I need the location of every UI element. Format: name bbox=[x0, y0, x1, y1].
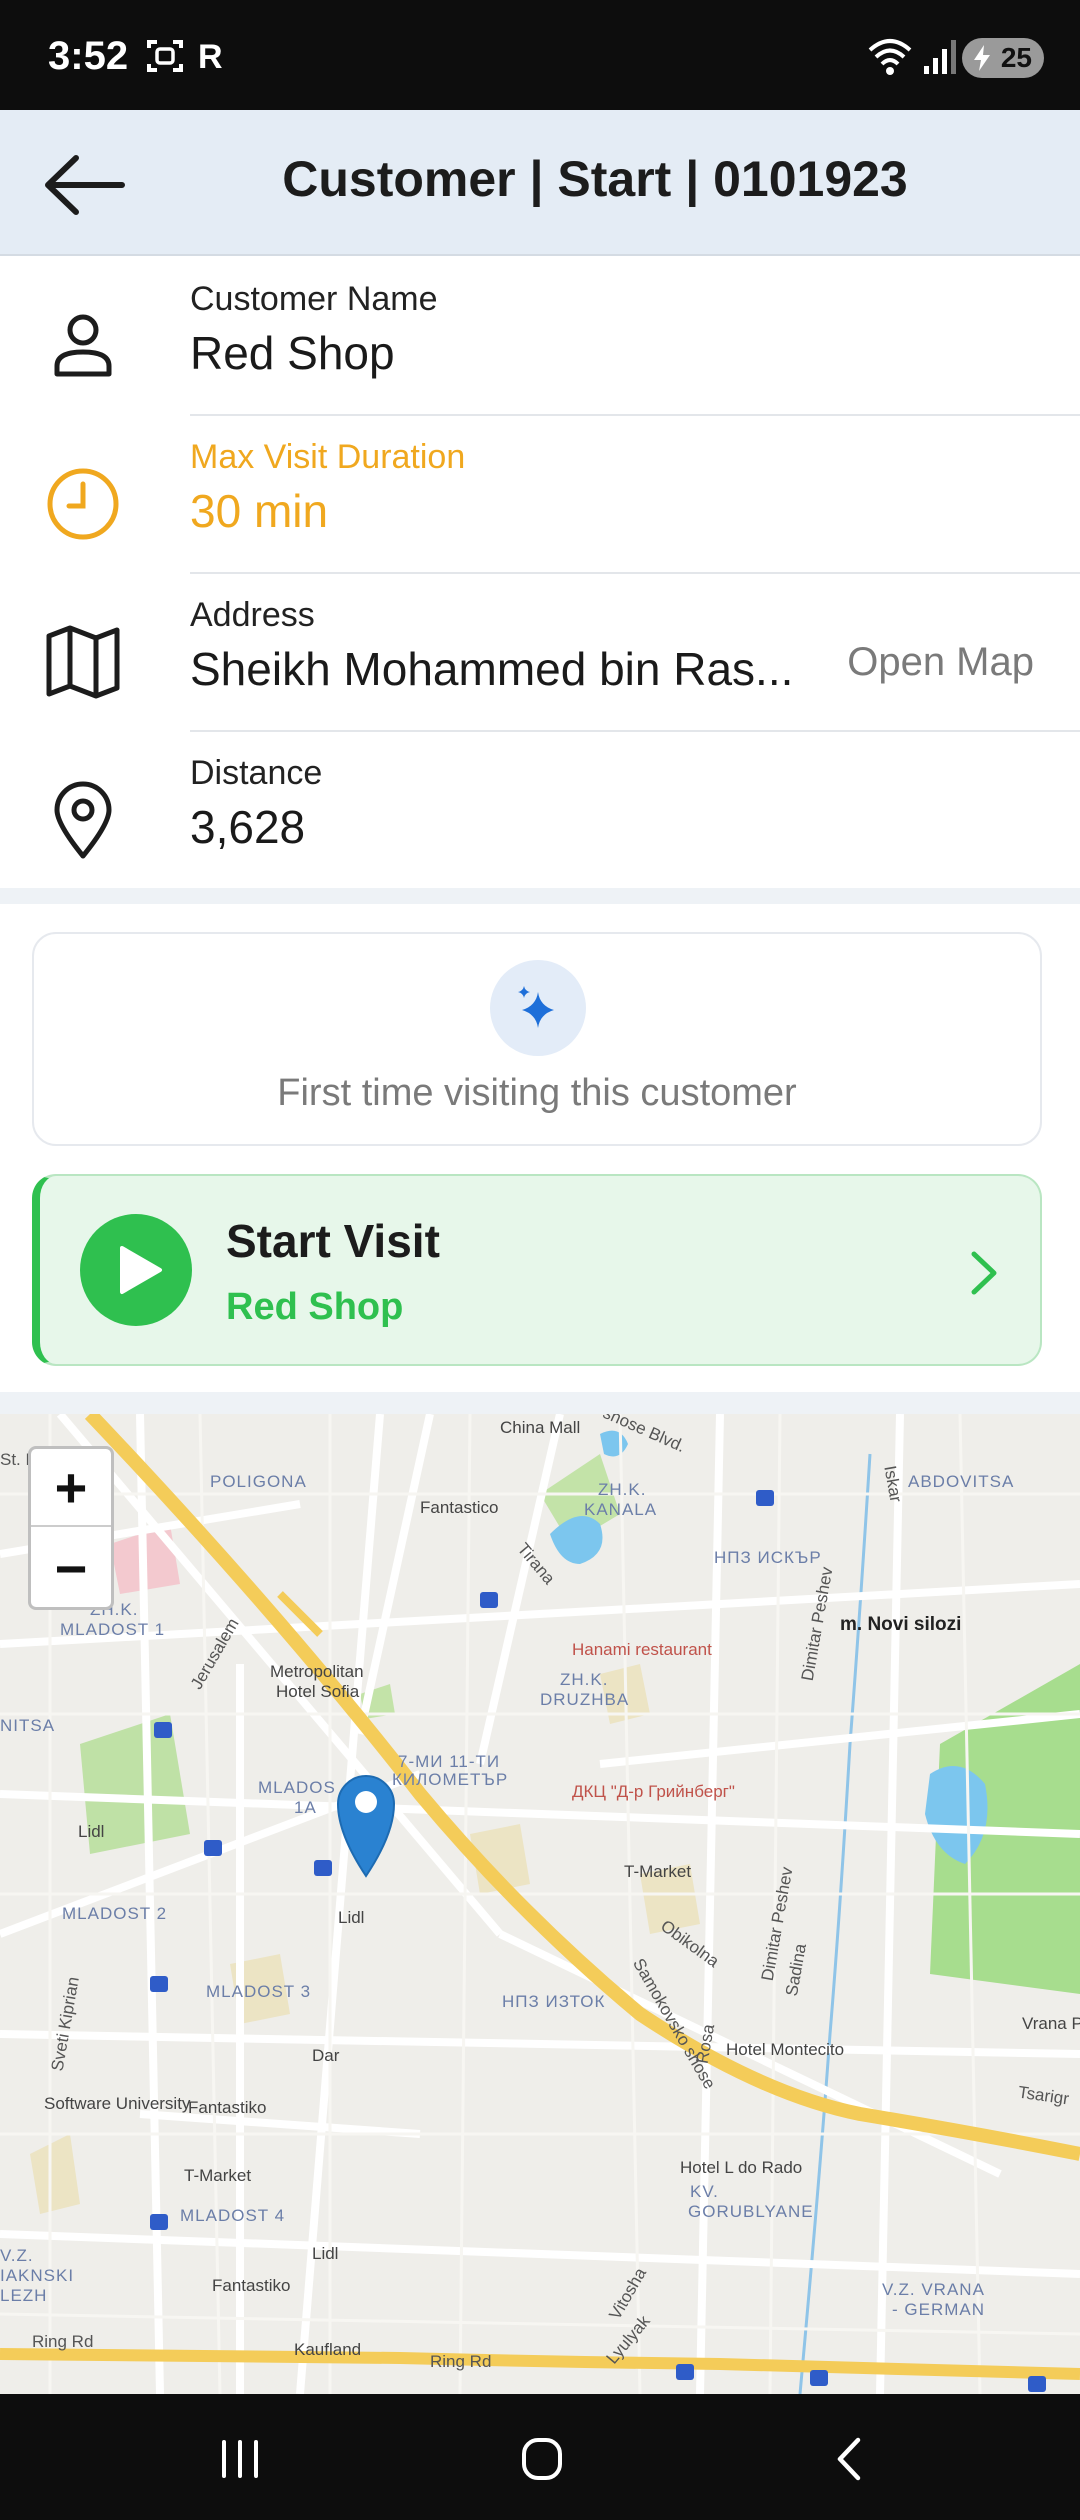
first-visit-card: First time visiting this customer bbox=[32, 932, 1042, 1146]
charging-bolt-icon bbox=[974, 45, 990, 71]
page-title: Customer | Start | 0101923 bbox=[282, 151, 908, 207]
zoom-out-button[interactable]: − bbox=[31, 1529, 111, 1607]
section-spacer bbox=[0, 888, 1080, 904]
sparkle-icon bbox=[518, 986, 554, 1028]
status-bar: 3:52 R 25 bbox=[0, 0, 1080, 110]
arrow-left-icon[interactable] bbox=[40, 150, 130, 220]
status-time: 3:52 bbox=[48, 34, 129, 78]
home-icon[interactable] bbox=[512, 2434, 572, 2484]
recent-apps-icon[interactable] bbox=[210, 2434, 270, 2484]
customer-name-row: Customer Name Red Shop bbox=[0, 258, 1080, 416]
start-visit-customer: Red Shop bbox=[226, 1286, 404, 1328]
person-icon bbox=[54, 314, 112, 377]
system-nav-bar bbox=[0, 2394, 1080, 2520]
first-visit-message: First time visiting this customer bbox=[277, 1072, 797, 1114]
location-pin-icon bbox=[54, 781, 112, 859]
signal-icon bbox=[924, 40, 956, 74]
max-duration-value: 30 min bbox=[190, 485, 329, 537]
distance-row: Distance 3,628 bbox=[0, 732, 1080, 890]
max-duration-label: Max Visit Duration bbox=[190, 438, 466, 476]
clock-icon bbox=[47, 468, 119, 540]
address-row: Address Sheikh Mohammed bin Ras... Open … bbox=[0, 574, 1080, 732]
distance-value: 3,628 bbox=[190, 801, 306, 853]
app-header: Customer | Start | 0101923 bbox=[0, 110, 1080, 256]
screenshot-icon bbox=[147, 40, 183, 72]
open-map-link[interactable]: Open Map bbox=[847, 640, 1034, 685]
customer-name-value: Red Shop bbox=[190, 327, 395, 379]
map-marker-icon[interactable] bbox=[332, 1768, 400, 1878]
zoom-controls: + − bbox=[28, 1446, 114, 1610]
back-icon[interactable] bbox=[820, 2434, 880, 2484]
chevron-right-icon bbox=[971, 1251, 997, 1295]
section-spacer bbox=[0, 1392, 1080, 1414]
start-visit-title: Start Visit bbox=[226, 1215, 440, 1267]
sparkle-badge bbox=[490, 960, 586, 1056]
map-icon bbox=[46, 625, 120, 699]
battery-level: 25 bbox=[1000, 42, 1032, 73]
play-icon bbox=[80, 1214, 192, 1326]
zoom-in-button[interactable]: + bbox=[31, 1449, 111, 1527]
svg-text:R: R bbox=[198, 38, 223, 76]
wifi-icon bbox=[868, 39, 912, 75]
customer-name-label: Customer Name bbox=[190, 280, 438, 318]
max-duration-row: Max Visit Duration 30 min bbox=[0, 416, 1080, 574]
start-visit-button[interactable]: Start Visit Red Shop bbox=[32, 1174, 1042, 1366]
map-view[interactable]: China Mall shose Blvd. POLIGONA Fantasti… bbox=[0, 1414, 1080, 2394]
r-icon: R bbox=[198, 38, 223, 76]
address-value: Sheikh Mohammed bin Ras... bbox=[190, 643, 794, 695]
battery-icon: 25 bbox=[962, 38, 1044, 78]
address-label: Address bbox=[190, 596, 315, 634]
customer-info: Customer Name Red Shop Max Visit Duratio… bbox=[0, 258, 1080, 890]
distance-label: Distance bbox=[190, 754, 323, 792]
transit-markers bbox=[150, 1490, 1046, 2392]
